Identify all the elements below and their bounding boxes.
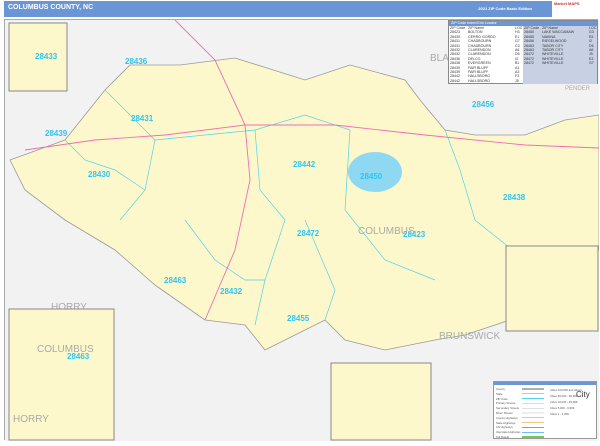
county-label-brunswick: BRUNSWICK [439,331,500,342]
zip-label: 28472 [297,229,320,238]
zip-label: 28432 [220,287,243,296]
inset-bottom [330,362,432,441]
legend-city-class: Cities 1 - 4,999 [550,412,569,416]
index-column: ZIP Code ZIP Name LOC 28423 BOLTON H3 28430 CER… [449,26,523,84]
legend-item: County Highways [496,416,544,420]
index-cell: WHITEVILLE [542,61,564,66]
legend-item: Primary Streets [496,401,544,405]
inset-bottom-left: COLUMBUS 28463 HORRY [8,308,115,441]
city-glyph: City [576,390,590,399]
index-cell: 28442 [450,78,460,83]
legend-swatch [522,398,544,400]
title-bar: COLUMBUS COUNTY, NC 2021 ZIP Code Basic … [4,1,552,17]
county-label-horry: HORRY [13,414,49,425]
legend-swatch [522,417,544,419]
zip-label: 28450 [360,172,383,181]
county-label-columbus: COLUMBUS [358,226,415,237]
legend-swatch [522,412,544,414]
legend-item: ZIP Code [496,397,544,401]
legend-city-class: Cities 10,000 - 49,999 [550,400,578,404]
market-maps-logo: Market MAPS [554,1,580,6]
legend-swatch [522,436,544,438]
zip-label: 28439 [45,129,68,138]
legend-swatch [522,402,544,404]
zip-label: 28455 [287,314,310,323]
inset-top-left: 28433 [8,22,68,92]
county-label-bladen: BLA [430,53,449,64]
legend-city-class: Cities 50,000 - 99,999 [550,394,578,398]
legend-item: State Highways [496,421,544,425]
zip-label: 28431 [131,114,154,123]
legend-swatch [522,431,544,433]
zip-label: 28463 [67,352,90,361]
legend-swatch [522,426,544,428]
zip-label: 28436 [125,57,148,66]
zip-label: 28438 [503,193,526,202]
legend-item: Toll Roads [496,435,544,439]
legend-item: Minor Streets [496,411,544,415]
index-row: 28442 HALLSBORO J5 [450,79,522,83]
zip-label: 28430 [88,170,111,179]
legend-swatch [522,393,544,395]
legend-item: Interstate Highways [496,430,544,434]
legend-item: Secondary Streets [496,406,544,410]
legend-swatch [522,388,544,390]
index-cell: J5 [515,78,519,83]
legend-swatch [522,422,544,424]
legend-item: State [496,392,544,396]
legend-swatch [522,407,544,409]
inset-right [505,245,599,332]
index-row: 28472 WHITEVILLE G7 [524,61,596,65]
map-legend: County State ZIP Code Primary Streets Second… [493,381,597,439]
legend-item: US Highways [496,425,544,429]
zip-label: 28442 [293,160,316,169]
zip-label: 28456 [472,100,495,109]
zip-label: 28433 [35,52,58,61]
zip-index-table: ZIP Code Index/Grid Locator ZIP Code ZIP … [448,20,598,84]
edition-label: 2021 ZIP Code Basic Edition [478,6,532,11]
county-label-pender: PENDER [565,86,591,92]
map-title: COLUMBUS COUNTY, NC [8,4,94,11]
legend-city-class: Cities 5,000 - 9,999 [550,406,575,410]
index-column: ZIP Code ZIP Name LOC 28450 LAKE WACCAMAW G3 2… [523,26,597,84]
zip-label: 28463 [164,276,187,285]
legend-item: County [496,387,544,391]
index-cell: HALLSBORO [468,78,490,83]
index-cell: 28472 [524,61,534,66]
index-cell: G7 [589,61,594,66]
